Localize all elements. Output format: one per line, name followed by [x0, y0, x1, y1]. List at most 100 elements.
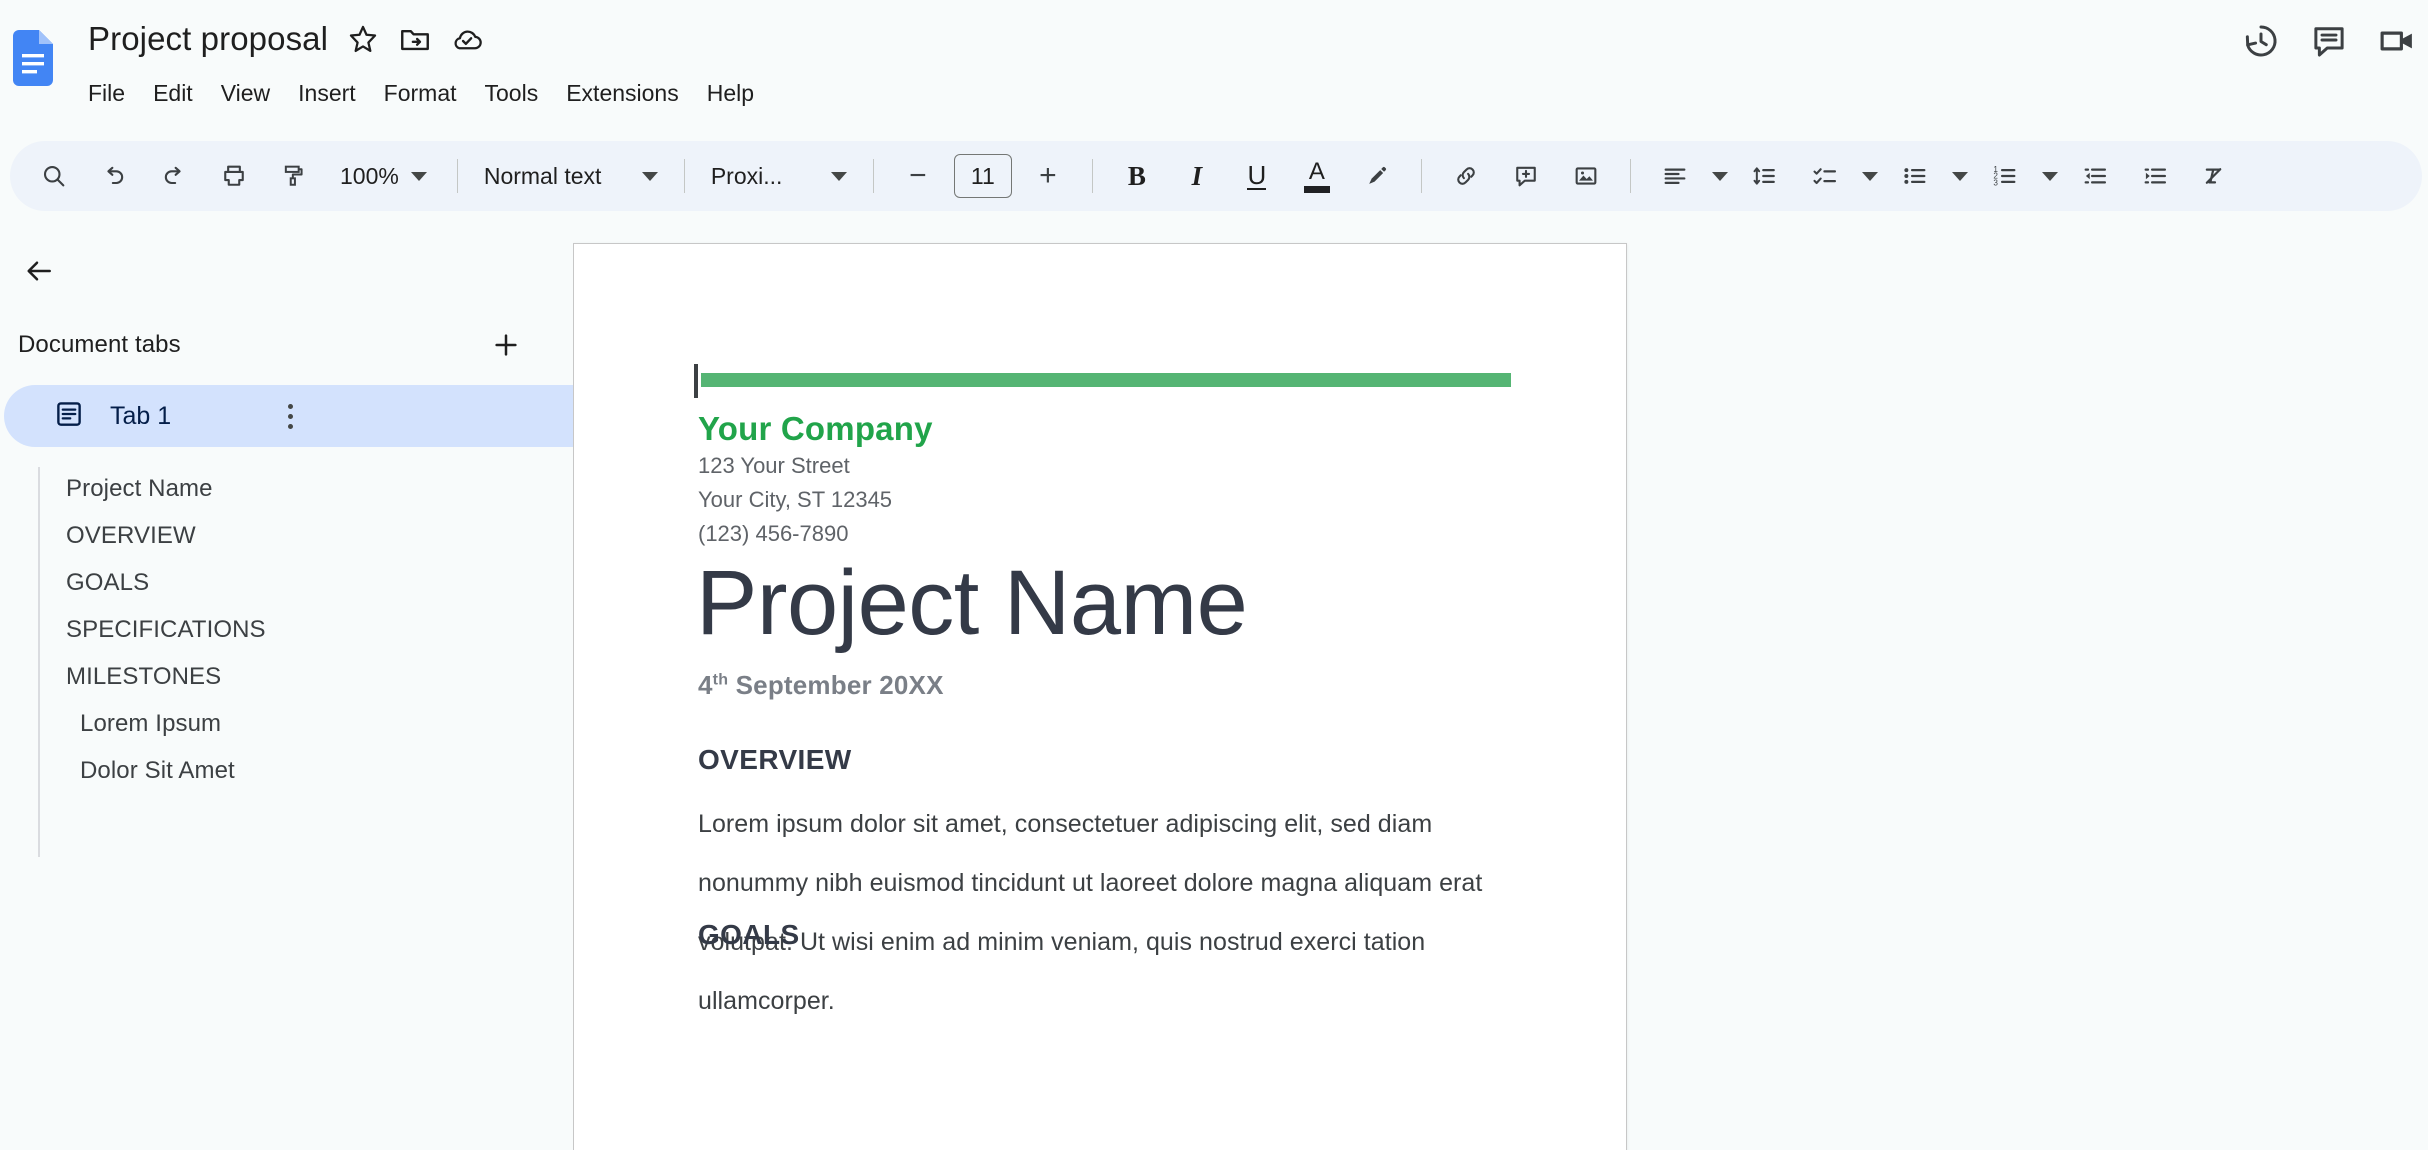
add-tab-icon[interactable]: [482, 321, 530, 369]
decrease-indent-icon[interactable]: [2070, 151, 2120, 201]
bulleted-list-chevron-down-icon[interactable]: [1947, 151, 1973, 201]
address-line-2: Your City, ST 12345: [698, 487, 893, 512]
increase-indent-icon[interactable]: [2130, 151, 2180, 201]
title-row: Project proposal: [88, 18, 484, 60]
font-family-value: Proxi...: [710, 162, 783, 189]
search-icon[interactable]: [29, 151, 79, 201]
print-icon[interactable]: [209, 151, 259, 201]
outline-item-lorem-ipsum[interactable]: Lorem Ipsum: [0, 700, 573, 747]
bold-icon: B: [1127, 160, 1146, 191]
date-day: 4: [698, 670, 713, 700]
svg-text:3: 3: [1993, 178, 1998, 187]
header-rule: [701, 373, 1511, 387]
outline-item-milestones[interactable]: MILESTONES: [0, 653, 573, 700]
menu-edit[interactable]: Edit: [139, 74, 207, 112]
menu-format[interactable]: Format: [370, 74, 471, 112]
divider: [683, 159, 685, 193]
checklist-icon[interactable]: [1800, 151, 1850, 201]
insert-link-icon[interactable]: [1441, 151, 1491, 201]
document-canvas: Your Company 123 Your Street Your City, …: [573, 215, 2428, 1150]
cloud-saved-icon[interactable]: [450, 22, 484, 56]
document-title: Project Name: [696, 552, 1248, 654]
company-address: 123 Your Street Your City, ST 12345 (123…: [698, 449, 892, 551]
font-family-dropdown[interactable]: Proxi...: [699, 151, 859, 201]
document-tab-icon: [54, 399, 84, 434]
divider: [1091, 159, 1093, 193]
checklist-chevron-down-icon[interactable]: [1857, 151, 1883, 201]
underline-button[interactable]: U: [1232, 151, 1282, 201]
chevron-down-icon: [410, 171, 427, 181]
undo-icon[interactable]: [89, 151, 139, 201]
clear-formatting-icon[interactable]: [2190, 151, 2240, 201]
document-date: 4th September 20XX: [698, 670, 944, 701]
menu-help[interactable]: Help: [693, 74, 768, 112]
document-outline: Project Name OVERVIEW GOALS SPECIFICATIO…: [0, 465, 573, 857]
tab-label: Tab 1: [110, 401, 172, 430]
numbered-list-chevron-down-icon[interactable]: [2037, 151, 2063, 201]
plus-icon: +: [1039, 159, 1057, 192]
highlight-pen-icon: [1369, 166, 1387, 184]
company-name: Your Company: [698, 410, 933, 447]
menu-extensions[interactable]: Extensions: [552, 74, 693, 112]
chevron-down-icon: [830, 171, 847, 181]
menu-tools[interactable]: Tools: [471, 74, 553, 112]
heading-goals: GOALS: [698, 919, 800, 950]
zoom-value: 100%: [340, 162, 399, 189]
star-icon[interactable]: [346, 22, 380, 56]
font-size-input[interactable]: 11: [953, 154, 1012, 198]
menu-insert[interactable]: Insert: [284, 74, 370, 112]
zoom-dropdown[interactable]: 100%: [328, 151, 439, 201]
align-chevron-down-icon[interactable]: [1707, 151, 1733, 201]
google-docs-logo-icon: [13, 30, 53, 86]
redo-icon[interactable]: [149, 151, 199, 201]
paragraph-style-value: Normal text: [483, 162, 602, 189]
add-comment-icon[interactable]: [1501, 151, 1551, 201]
date-rest: September 20XX: [728, 670, 944, 700]
paint-format-icon[interactable]: [269, 151, 319, 201]
text-color-button[interactable]: A: [1292, 151, 1342, 201]
decrease-font-size-button[interactable]: −: [893, 151, 943, 201]
divider: [872, 159, 874, 193]
tab-options-icon[interactable]: [268, 386, 312, 446]
align-icon[interactable]: [1650, 151, 1700, 201]
top-right-actions: [2240, 20, 2428, 62]
paragraph-style-dropdown[interactable]: Normal text: [472, 151, 670, 201]
version-history-icon[interactable]: [2240, 20, 2282, 62]
insert-image-icon[interactable]: [1561, 151, 1611, 201]
menu-view[interactable]: View: [207, 74, 284, 112]
outline-item-overview[interactable]: OVERVIEW: [0, 512, 573, 559]
move-to-folder-icon[interactable]: [398, 22, 432, 56]
document-tabs-label: Document tabs: [18, 331, 181, 358]
address-line-1: 123 Your Street: [698, 453, 850, 478]
text-cursor: [694, 364, 698, 398]
italic-icon: I: [1191, 160, 1203, 191]
back-arrow-icon[interactable]: [13, 245, 65, 297]
date-ordinal: th: [712, 671, 729, 689]
numbered-list-icon[interactable]: 1 2 3: [1980, 151, 2030, 201]
page-title[interactable]: Project proposal: [88, 18, 328, 60]
outline-item-goals[interactable]: GOALS: [0, 559, 573, 606]
formatting-toolbar: 100% Normal text Proxi... − 11 + B I U A…: [10, 141, 2422, 211]
bulleted-list-icon[interactable]: [1890, 151, 1940, 201]
text-color-icon: A: [1303, 159, 1330, 193]
comment-history-icon[interactable]: [2308, 20, 2350, 62]
tabs-header: Document tabs: [18, 320, 538, 370]
toolbar-container: 100% Normal text Proxi... − 11 + B I U A…: [0, 137, 2428, 215]
outline-item-project-name[interactable]: Project Name: [0, 465, 573, 512]
meet-video-icon[interactable]: [2376, 20, 2418, 62]
increase-font-size-button[interactable]: +: [1023, 151, 1073, 201]
highlight-color-button[interactable]: [1352, 151, 1402, 201]
italic-button[interactable]: I: [1172, 151, 1222, 201]
underline-icon: U: [1247, 160, 1267, 190]
menu-file[interactable]: File: [88, 74, 139, 112]
top-bar: Project proposal File Edit View Insert F…: [0, 0, 2428, 137]
document-page[interactable]: Your Company 123 Your Street Your City, …: [573, 243, 1627, 1150]
bold-button[interactable]: B: [1112, 151, 1162, 201]
outline-item-dolor-sit-amet[interactable]: Dolor Sit Amet: [0, 747, 573, 794]
line-spacing-icon[interactable]: [1740, 151, 1790, 201]
document-tabs-sidebar: Document tabs Tab 1 Project Name OVERVIE…: [0, 215, 638, 1150]
sidebar-item-tab-1[interactable]: Tab 1: [4, 385, 638, 447]
heading-overview: OVERVIEW: [698, 744, 852, 775]
outline-item-specifications[interactable]: SPECIFICATIONS: [0, 606, 573, 653]
divider: [1629, 159, 1631, 193]
